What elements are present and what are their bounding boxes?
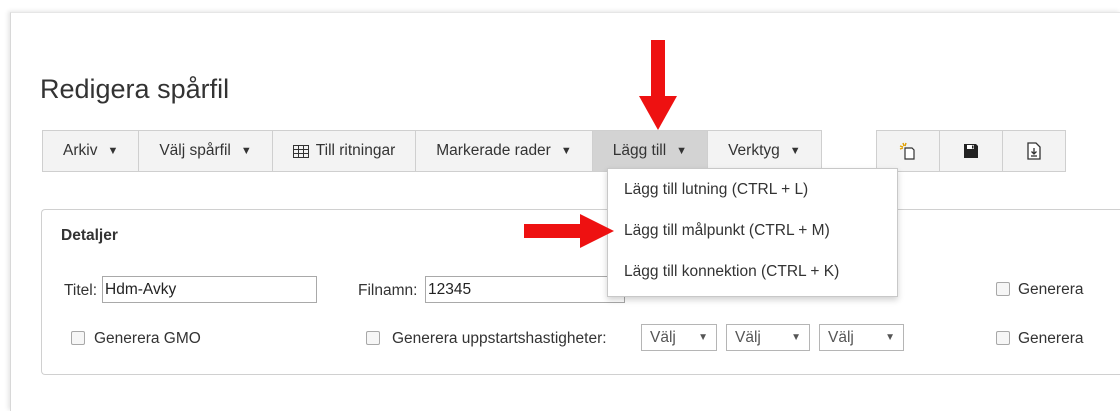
table-icon (292, 144, 309, 158)
lagg-till-menu-button[interactable]: Lägg till ▼ (592, 131, 709, 171)
file-actions-toolbar (876, 130, 1066, 172)
valj-sparfil-label: Välj spårfil (159, 142, 231, 159)
generera-gmo-checkbox[interactable] (71, 331, 85, 345)
page-title: Redigera spårfil (40, 74, 230, 104)
generera-label-1: Generera (1018, 281, 1084, 298)
verktyg-label: Verktyg (728, 142, 780, 159)
annotation-arrow-down-icon (639, 40, 677, 130)
menu-item-lagg-till-lutning[interactable]: Lägg till lutning (CTRL + L) (608, 169, 897, 210)
export-file-icon (1027, 142, 1041, 160)
filnamn-input[interactable] (425, 276, 625, 303)
chevron-down-icon: ▼ (676, 145, 688, 157)
lagg-till-label: Lägg till (612, 142, 667, 159)
select-value: Välj (650, 328, 676, 346)
chevron-down-icon: ▼ (560, 145, 572, 157)
generera-gmo-label: Generera GMO (94, 330, 201, 347)
menu-item-lagg-till-malpunkt[interactable]: Lägg till målpunkt (CTRL + M) (608, 210, 897, 251)
chevron-down-icon: ▼ (240, 145, 252, 157)
filnamn-label: Filnamn: (358, 282, 418, 299)
chevron-down-icon: ▼ (698, 332, 708, 343)
titel-input[interactable] (102, 276, 317, 303)
titel-label: Titel: (64, 282, 98, 299)
chevron-down-icon: ▼ (789, 145, 801, 157)
new-file-button[interactable] (877, 131, 940, 171)
save-button[interactable] (940, 131, 1003, 171)
markerade-rader-label: Markerade rader (436, 142, 551, 159)
export-file-button[interactable] (1003, 131, 1066, 171)
menu-item-lagg-till-konnektion[interactable]: Lägg till konnektion (CTRL + K) (608, 251, 897, 292)
generera-checkbox-1[interactable] (996, 282, 1010, 296)
details-title: Detaljer (61, 227, 118, 244)
till-ritningar-button[interactable]: Till ritningar (272, 131, 417, 171)
arkiv-menu-button[interactable]: Arkiv ▼ (43, 131, 140, 171)
chevron-down-icon: ▼ (107, 145, 119, 157)
new-file-icon (899, 142, 915, 160)
markerade-rader-menu-button[interactable]: Markerade rader ▼ (416, 131, 593, 171)
select-value: Välj (735, 328, 761, 346)
arkiv-label: Arkiv (63, 142, 98, 159)
lagg-till-dropdown-menu: Lägg till lutning (CTRL + L) Lägg till m… (607, 168, 898, 297)
select-value: Välj (828, 328, 854, 346)
annotation-arrow-right-icon (524, 214, 614, 248)
uppstart-select-2[interactable]: Välj ▼ (726, 324, 810, 351)
valj-sparfil-menu-button[interactable]: Välj spårfil ▼ (139, 131, 273, 171)
uppstart-select-3[interactable]: Välj ▼ (819, 324, 904, 351)
save-icon (964, 144, 978, 158)
generera-uppstart-label: Generera uppstartshastigheter: (392, 330, 607, 347)
generera-uppstart-checkbox[interactable] (366, 331, 380, 345)
generera-label-2: Generera (1018, 330, 1084, 347)
generera-checkbox-2[interactable] (996, 331, 1010, 345)
main-toolbar: Arkiv ▼ Välj spårfil ▼ Till ritningar Ma… (42, 130, 822, 172)
chevron-down-icon: ▼ (791, 332, 801, 343)
verktyg-menu-button[interactable]: Verktyg ▼ (708, 131, 822, 171)
uppstart-select-1[interactable]: Välj ▼ (641, 324, 717, 351)
till-ritningar-label: Till ritningar (315, 142, 396, 159)
chevron-down-icon: ▼ (885, 332, 895, 343)
